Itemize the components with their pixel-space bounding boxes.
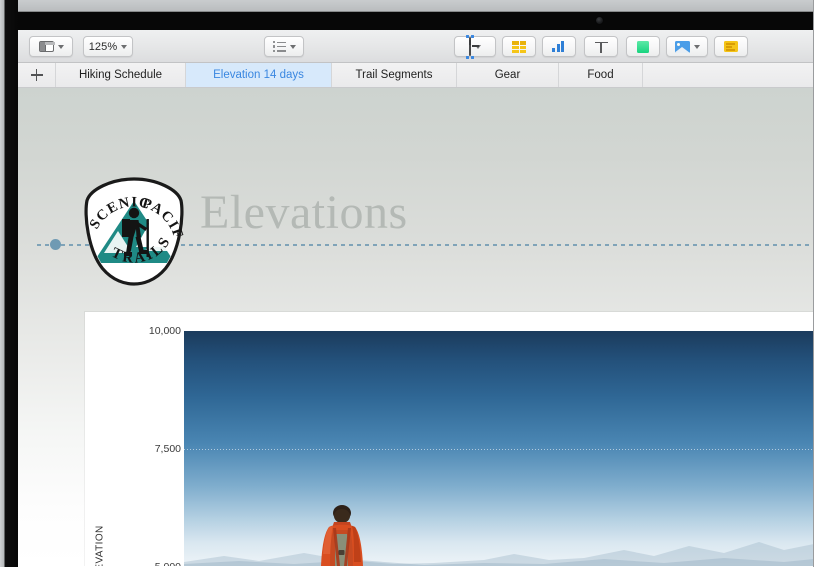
chart-button[interactable]: [542, 36, 576, 57]
sheet-tab-elevation-14-days[interactable]: Elevation 14 days: [186, 63, 332, 87]
list-format-icon: [272, 41, 286, 52]
shape-icon: [637, 40, 649, 53]
media-button[interactable]: [666, 36, 708, 57]
chart-plot-area: [184, 331, 814, 566]
sheet-tab-hiking-schedule[interactable]: Hiking Schedule: [56, 63, 186, 87]
chevron-down-icon: [289, 44, 296, 49]
tab-label: Trail Segments: [355, 69, 433, 81]
mountain-ridge: [184, 542, 814, 566]
chart-icon: [552, 41, 566, 52]
view-button[interactable]: [29, 36, 73, 57]
sheet-tab-trail-segments[interactable]: Trail Segments: [332, 63, 457, 87]
zoom-level-label: 125%: [88, 40, 118, 53]
sheet-tab-bar: Hiking Schedule Elevation 14 days Trail …: [18, 63, 814, 88]
laptop-bezel-notch: [0, 12, 814, 30]
y-axis-tick-10000: 10,000: [148, 325, 181, 337]
comment-icon: [724, 41, 738, 52]
zoom-button[interactable]: 125%: [83, 36, 133, 57]
alignment-guide-handle[interactable]: [50, 239, 61, 250]
sheet-tab-gear[interactable]: Gear: [457, 63, 559, 87]
elevation-chart[interactable]: ELEVATION 10,000 7,500 5,000: [85, 312, 814, 566]
insert-button[interactable]: [454, 34, 496, 59]
add-sheet-button[interactable]: [18, 63, 56, 87]
table-icon: [512, 40, 526, 53]
comment-button[interactable]: [714, 36, 748, 57]
page-title[interactable]: Elevations: [200, 185, 408, 240]
slide-canvas[interactable]: SCENIC PACIFIC TRAILS Elevations ELEVATI…: [18, 88, 814, 566]
tab-bar-empty-space: [643, 63, 814, 87]
shape-button[interactable]: [626, 36, 660, 57]
laptop-bezel-left: [0, 0, 18, 567]
insert-object-icon: [466, 34, 474, 59]
scenic-pacific-trails-logo[interactable]: SCENIC PACIFIC TRAILS: [78, 175, 190, 287]
y-axis-tick-7500: 7,500: [154, 443, 181, 455]
table-button[interactable]: [502, 36, 536, 57]
keynote-window: 125% Hiking Schedule Elevation 14 days T…: [18, 30, 814, 567]
tab-label: Food: [587, 69, 614, 81]
plus-icon: [30, 69, 43, 81]
tab-label: Elevation 14 days: [213, 69, 304, 81]
y-axis-label: ELEVATION: [94, 525, 106, 566]
chevron-down-icon: [693, 44, 700, 49]
text-box-icon: [594, 41, 608, 53]
media-icon: [674, 40, 690, 53]
hiker-photo-subject: [321, 505, 363, 566]
format-list-button[interactable]: [264, 36, 304, 57]
chevron-down-icon: [57, 44, 64, 49]
y-axis-tick-5000: 5,000: [121, 561, 181, 566]
view-panes-icon: [38, 41, 55, 52]
y-axis-title: ELEVATION: [91, 312, 109, 566]
toolbar: 125%: [18, 30, 814, 63]
tab-label: Gear: [494, 69, 521, 81]
chevron-down-icon: [121, 44, 128, 49]
camera-icon: [596, 17, 603, 24]
text-button[interactable]: [584, 36, 618, 57]
tab-label: Hiking Schedule: [78, 69, 163, 81]
sheet-tab-food[interactable]: Food: [559, 63, 643, 87]
laptop-screen-frame: 125% Hiking Schedule Elevation 14 days T…: [0, 0, 814, 567]
gridline-7500: [184, 449, 814, 450]
